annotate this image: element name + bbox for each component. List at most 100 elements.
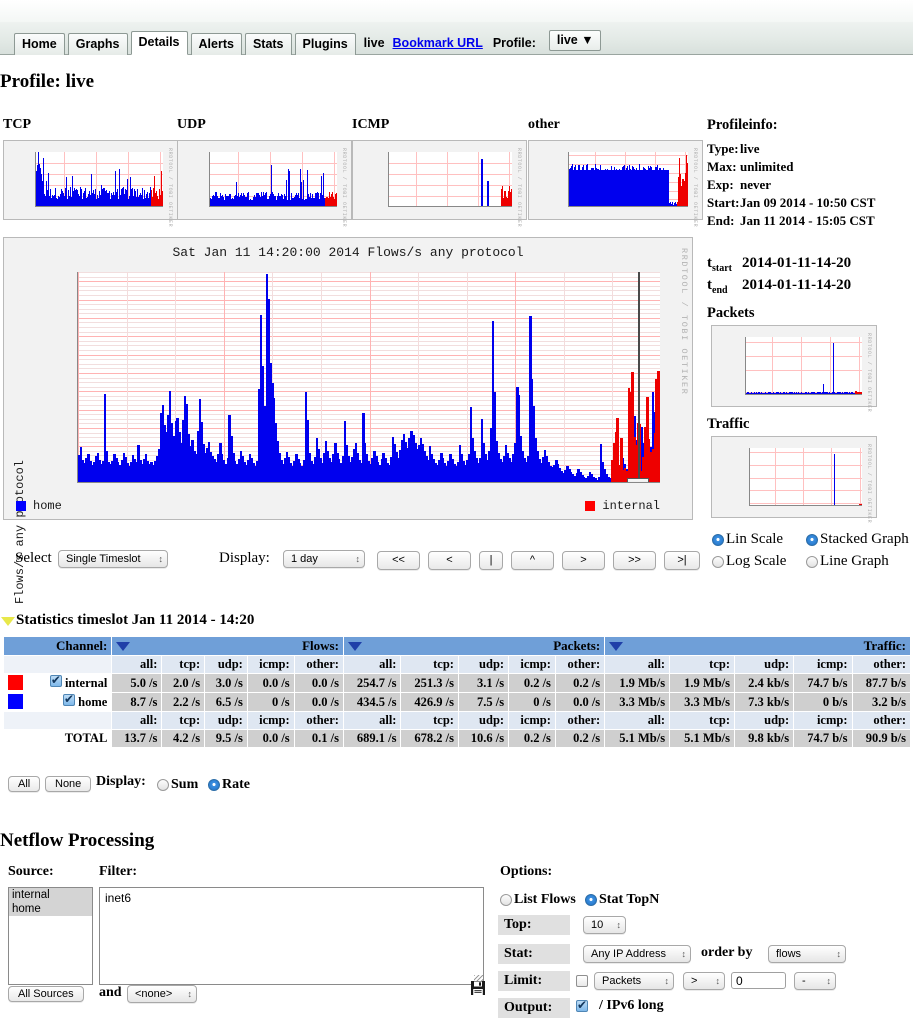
mini-graph-title-other: other — [528, 117, 560, 132]
top-count-select[interactable]: 10 — [583, 916, 626, 934]
radio-lin-scale[interactable] — [712, 533, 724, 546]
profileinfo-value-exp: never — [740, 177, 772, 192]
stat-type-select[interactable]: Any IP Address — [583, 945, 691, 963]
main-flow-graph[interactable]: Sat Jan 11 14:20:00 2014 Flows/s any pro… — [3, 237, 693, 604]
option-list-flows[interactable]: List Flows — [500, 892, 585, 908]
cell-total-traffic-other: 90.9 b/s — [851, 729, 911, 748]
filter-textarea[interactable] — [99, 887, 484, 985]
cell-internal-traffic-all: 1.9 Mb/s — [604, 673, 671, 693]
flows-group-header[interactable]: Flows: — [111, 636, 344, 656]
limit-value-input[interactable] — [731, 972, 786, 989]
profileinfo-value-max: unlimited — [740, 159, 794, 174]
statistics-collapse-arrow-icon[interactable] — [1, 617, 15, 626]
source-listbox[interactable]: internal home — [8, 887, 93, 985]
side-graph-traffic[interactable]: RRDTOOL / TOBI OETIKER 8.0 T6.0 T4.0 T2.… — [711, 436, 877, 523]
select-all-button[interactable]: All — [8, 776, 41, 792]
select-none-button[interactable]: None — [45, 776, 92, 792]
packets-sort-arrow-icon[interactable] — [347, 642, 362, 651]
sub2-flows-udp: udp: — [204, 711, 248, 730]
legend-swatch-internal — [585, 501, 596, 511]
nav-up-button[interactable]: ^ — [511, 551, 554, 570]
mini-graph-tcp[interactable]: RRDTOOL / TOBI OETIKER 8.06.04.02.0Sat 0… — [3, 140, 178, 227]
radio-stacked-graph[interactable] — [806, 533, 818, 546]
label-lin-scale: Lin Scale — [726, 531, 784, 547]
limit-metric-select[interactable]: Packets — [594, 972, 674, 990]
radio-stat-topn[interactable] — [585, 894, 597, 906]
side-graph-packets[interactable]: RRDTOOL / TOBI OETIKER 30 k20 k10 k0Sat … — [711, 325, 877, 412]
profileinfo-label-start: Start: — [707, 195, 740, 210]
sub2-packets-other: other: — [554, 711, 606, 730]
sub-flows-icmp: icmp: — [246, 655, 295, 674]
nav-center-button[interactable]: | — [479, 551, 503, 570]
tab-alerts[interactable]: Alerts — [190, 33, 242, 55]
option-stat-topn[interactable]: Stat TopN — [585, 892, 668, 908]
output-checkbox-wrap[interactable] — [576, 998, 588, 1012]
mini-graph-icmp[interactable]: RRDTOOL / TOBI OETIKER 30 m20 m10 m0Sat … — [352, 140, 527, 227]
cell-total-flows-tcp: 4.2 /s — [161, 729, 206, 748]
option-lin-scale[interactable]: Lin Scale — [712, 531, 792, 548]
channel-checkbox-home[interactable] — [63, 692, 75, 706]
radio-sum[interactable] — [157, 779, 169, 791]
rrdtool-credit: RRDTOOL / TOBI OETIKER — [679, 248, 689, 396]
option-log-scale[interactable]: Log Scale — [712, 553, 795, 570]
nav-first-button[interactable]: << — [377, 551, 420, 570]
main-graph-plot-area[interactable]: 24681012141618202224Fri 18:00Sat 00:00Sa… — [77, 272, 660, 483]
nav-prev-button[interactable]: < — [428, 551, 471, 570]
tab-details[interactable]: Details — [130, 31, 188, 55]
subheader-blank — [2, 655, 113, 674]
display-range-select[interactable]: 1 day — [283, 550, 365, 568]
nav-forward-button[interactable]: >> — [613, 551, 656, 570]
tab-graphs[interactable]: Graphs — [67, 33, 128, 55]
display-label: Display: — [219, 550, 270, 566]
profile-dropdown[interactable]: live ▼ — [548, 30, 601, 51]
mini-graph-other[interactable]: RRDTOOL / TOBI OETIKER 120 m100 m80 m60 … — [528, 140, 703, 227]
source-item-internal[interactable]: internal — [9, 888, 92, 902]
label-list-flows: List Flows — [514, 892, 576, 907]
floppy-disk-save-icon[interactable] — [470, 980, 486, 996]
limit-unit-select[interactable]: - — [794, 972, 836, 990]
limit-checkbox[interactable] — [576, 975, 588, 987]
option-line-graph[interactable]: Line Graph — [806, 553, 898, 570]
tab-stats[interactable]: Stats — [244, 33, 292, 55]
sub-flows-udp: udp: — [204, 655, 248, 674]
stats-display-sum[interactable]: Sum — [157, 777, 207, 793]
radio-list-flows[interactable] — [500, 894, 512, 906]
rrdtool-credit: RRDTOOL / TOBI OETIKER — [341, 148, 347, 228]
flows-sort-arrow-icon[interactable] — [116, 642, 131, 651]
bookmark-url-link[interactable]: Bookmark URL — [393, 36, 483, 50]
traffic-group-header[interactable]: Traffic: — [604, 636, 911, 656]
radio-rate[interactable] — [208, 779, 220, 791]
profileinfo-value-start: Jan 09 2014 - 10:50 CST — [740, 195, 876, 210]
order-by-select[interactable]: flows — [768, 945, 846, 963]
tab-plugins[interactable]: Plugins — [294, 33, 356, 55]
nav-next-button[interactable]: > — [562, 551, 605, 570]
and-filter-select[interactable]: <none> — [127, 985, 197, 1003]
timeslot-select[interactable]: Single Timeslot — [58, 550, 168, 568]
source-item-home[interactable]: home — [9, 902, 92, 916]
tab-home[interactable]: Home — [14, 33, 65, 55]
nav-last-button[interactable]: >| — [664, 551, 700, 570]
sub-packets-icmp: icmp: — [508, 655, 556, 674]
channel-internal[interactable]: internal — [31, 673, 113, 693]
time-cursor-handle[interactable] — [626, 478, 649, 482]
all-sources-button[interactable]: All Sources — [8, 986, 84, 1002]
channel-home[interactable]: home — [31, 692, 113, 712]
limit-checkbox-wrap[interactable] — [576, 975, 588, 987]
mini-graph-title-icmp: ICMP — [352, 117, 390, 132]
traffic-graph-title: Traffic — [707, 416, 750, 432]
option-stacked-graph[interactable]: Stacked Graph — [806, 531, 913, 548]
output-checkbox[interactable] — [576, 998, 588, 1012]
channel-checkbox-internal[interactable] — [49, 673, 62, 687]
radio-log-scale[interactable] — [712, 555, 724, 568]
traffic-sort-arrow-icon[interactable] — [609, 642, 624, 651]
time-cursor-line[interactable] — [637, 272, 640, 482]
limit-operator-select[interactable]: > — [683, 972, 725, 990]
radio-line-graph[interactable] — [806, 555, 818, 568]
stats-display-rate[interactable]: Rate — [208, 777, 259, 793]
packets-group-header[interactable]: Packets: — [342, 636, 606, 656]
mini-graph-udp[interactable]: RRDTOOL / TOBI OETIKER 2015105Sat 00:00S… — [177, 140, 352, 227]
sub-traffic-other: other: — [851, 655, 911, 674]
cell-total-packets-icmp: 0.2 /s — [508, 729, 556, 748]
profileinfo-label-exp: Exp: — [707, 177, 734, 192]
statistics-table: Channel: Flows: Packets: Traffic: all: t… — [2, 636, 911, 748]
